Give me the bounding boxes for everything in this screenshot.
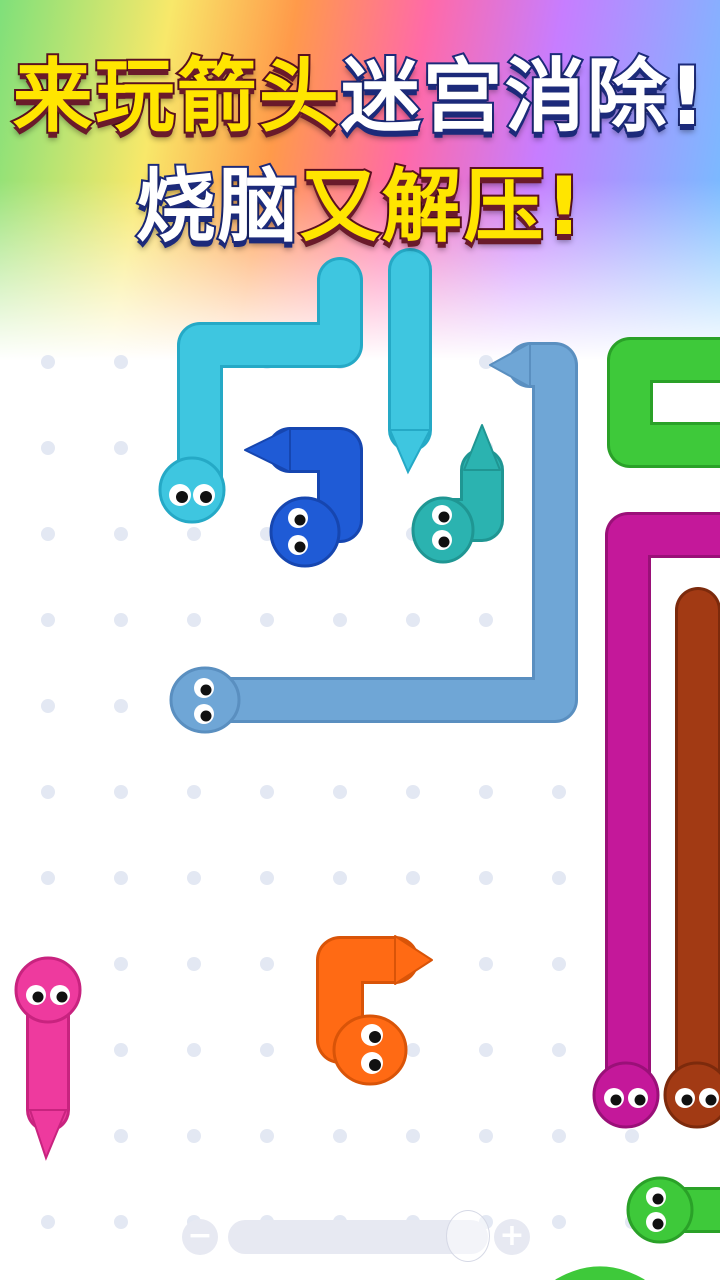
grid-dot [114,527,128,541]
grid-dot [333,785,347,799]
grid-dot [187,527,201,541]
grid-dot [114,441,128,455]
grid-dot [41,355,55,369]
grid-dot [260,613,274,627]
grid-dot [187,1043,201,1057]
grid-dot [114,613,128,627]
grid-dot [333,871,347,885]
blue-worm-head [269,496,341,568]
headline-white-text-2a: 烧脑 [134,160,300,254]
grid-dot [41,785,55,799]
grid-dot [114,957,128,971]
headline-yellow-text-1: 来玩箭头 [11,50,341,144]
grid-dot [41,1215,55,1229]
zoom-in-button[interactable]: + [494,1219,530,1255]
grid-dot [187,957,201,971]
grid-dot [187,871,201,885]
grid-dot [41,527,55,541]
grid-dot [552,1215,566,1229]
grid-dot [552,871,566,885]
zoom-out-button[interactable]: − [182,1219,218,1255]
light-cyan-worm[interactable] [388,248,432,475]
grid-dot [114,1043,128,1057]
grid-dot [406,1129,420,1143]
grid-dot [479,957,493,971]
grid-dot [333,613,347,627]
arrow-tip-icon [394,935,433,985]
grid-dot [479,355,493,369]
grid-dot [114,1129,128,1143]
grid-dot [479,785,493,799]
cyan-worm[interactable] [158,257,363,524]
zoom-control: − + [180,1210,540,1264]
grid-dot [625,1129,639,1143]
pink-worm[interactable] [14,956,82,1161]
orange-worm[interactable] [316,935,433,1086]
grid-dot [260,1043,274,1057]
headline-white-text-1: 迷宫消除! [339,50,708,144]
grid-dot [114,355,128,369]
teal-worm[interactable] [411,424,504,564]
grid-dot [333,1129,347,1143]
grid-dot [406,871,420,885]
arrow-tip-icon [489,342,531,388]
grid-dot [41,613,55,627]
arrow-tip-icon [28,1109,68,1161]
headline-line-1: 来玩箭头迷宫消除! [0,50,720,144]
grid-dot [41,441,55,455]
arrow-tip-icon [244,427,291,473]
grid-dot [260,871,274,885]
green-worm-bottom[interactable] [555,1176,720,1280]
blue-worm[interactable] [244,427,363,568]
grid-dot [187,1129,201,1143]
grid-dot [552,785,566,799]
grid-dot [260,1129,274,1143]
grid-dot [260,957,274,971]
magenta-worm-head [592,1061,660,1129]
grid-dot [260,785,274,799]
grid-dot [406,785,420,799]
cyan-worm-head [158,456,226,524]
grid-dot [187,613,201,627]
grid-dot [41,699,55,713]
grid-dot [552,957,566,971]
grid-dot [187,785,201,799]
grid-dot [114,699,128,713]
grid-dot [552,1043,566,1057]
green-worm-bottom-head [626,1176,694,1244]
zoom-slider-handle[interactable] [446,1210,490,1262]
grid-dot [406,1043,420,1057]
green-worm-top[interactable] [607,337,720,468]
pink-worm-head [14,956,82,1024]
arrow-tip-icon [463,424,501,471]
grid-dot [41,871,55,885]
headline-line-2: 烧脑又解压! [0,160,720,254]
grid-dot [479,1043,493,1057]
arrow-tip-icon [388,429,432,475]
grid-dot [552,1129,566,1143]
grid-dot [479,1129,493,1143]
grid-dot [114,785,128,799]
brown-worm[interactable] [663,587,720,1129]
grid-dot [479,613,493,627]
grid-dot [114,1215,128,1229]
grid-dot [114,871,128,885]
steel-blue-worm[interactable] [169,342,578,734]
grid-dot [406,613,420,627]
grid-dot [479,871,493,885]
headline-yellow-text-2b: 又解压! [298,160,585,254]
